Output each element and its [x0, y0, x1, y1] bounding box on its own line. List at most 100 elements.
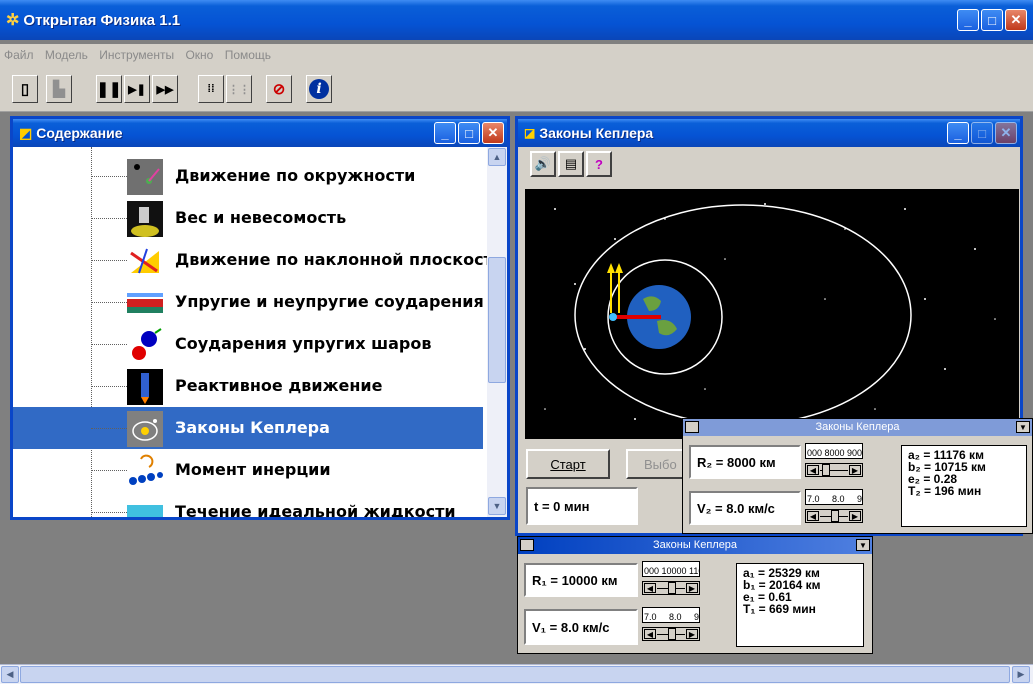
sound-off-button[interactable]: ⊘: [266, 75, 292, 103]
time-display: t = 0 мин: [526, 487, 638, 525]
contents-minimize-button[interactable]: _: [434, 122, 456, 144]
tree-item-label: Упругие и неупругие соударения: [175, 292, 484, 311]
step-back-button[interactable]: ⁞⁞: [198, 75, 224, 103]
contents-maximize-button[interactable]: □: [458, 122, 480, 144]
inertia-icon: [127, 453, 163, 489]
tree-item-kepler[interactable]: Законы Кеплера: [13, 407, 483, 449]
fast-forward-button[interactable]: ▶▶: [152, 75, 178, 103]
orbit2-velocity-field[interactable]: V₂ = 8.0 км/с: [689, 491, 801, 525]
model-button[interactable]: ▙: [46, 75, 72, 103]
time-value: t = 0 мин: [534, 498, 590, 514]
info-button[interactable]: i: [306, 75, 332, 103]
orbit1-palette-title-bar: Законы Кеплера ▼: [518, 537, 872, 554]
menu-model[interactable]: Модель: [41, 44, 92, 66]
orbit1-velocity-field[interactable]: V₁ = 8.0 км/с: [524, 609, 638, 645]
orbit1-velocity-slider[interactable]: 7.0 8.0 9.0 ◀▶: [642, 607, 700, 645]
start-label: Старт: [550, 456, 586, 472]
tree-item-label: Реактивное движение: [175, 376, 383, 395]
orbit2-palette: Законы Кеплера ▼ R₂ = 8000 км 000 8000 9…: [682, 418, 1033, 534]
orbit-svg: [544, 203, 996, 430]
weightlessness-icon: [127, 201, 163, 237]
main-horizontal-scrollbar[interactable]: ◀ ▶: [0, 664, 1033, 684]
tree-item-label: Вес и невесомость: [175, 208, 347, 227]
app-gear-icon: ✲: [6, 12, 20, 29]
orbit2-radius-value: R₂ = 8000 км: [697, 454, 776, 470]
tree-item-weightlessness[interactable]: Вес и невесомость: [13, 197, 483, 239]
kepler-maximize-button[interactable]: □: [971, 122, 993, 144]
tree-item-rocket[interactable]: Реактивное движение: [13, 365, 483, 407]
select-label: Выбо: [644, 456, 677, 472]
minimize-button[interactable]: _: [957, 9, 979, 31]
orbit2-velocity-slider[interactable]: 7.0 8.0 9.0 ◀▶: [805, 489, 863, 527]
orbit1-results: a₁ = 25329 км b₁ = 20164 км e₁ = 0.61 T₁…: [736, 563, 864, 647]
scroll-right-button[interactable]: ▶: [1012, 666, 1030, 683]
scroll-up-button[interactable]: ▲: [488, 148, 506, 166]
pause-button[interactable]: ❚❚: [96, 75, 122, 103]
horizontal-scroll-thumb[interactable]: [20, 666, 1010, 683]
orbit1-radius-scale: 000 10000 1100: [642, 561, 700, 577]
scroll-left-button[interactable]: ◀: [1, 666, 19, 683]
tree-item-label: Течение идеальной жидкости: [175, 502, 456, 517]
tree-item-inertia[interactable]: Момент инерции: [13, 449, 483, 491]
contents-icon: ◩: [19, 124, 33, 141]
tree-item-collisions[interactable]: Упругие и неупругие соударения: [13, 281, 484, 323]
inclined-plane-icon: [127, 243, 163, 279]
info-icon: i: [309, 79, 329, 99]
kepler-title: Законы Кеплера: [539, 125, 654, 141]
menu-window[interactable]: Окно: [181, 44, 217, 66]
tree-item-label: Движение по наклонной плоскости: [175, 250, 487, 269]
menu-tools[interactable]: Инструменты: [95, 44, 178, 66]
orbit1-radius-value: R₁ = 10000 км: [532, 572, 618, 588]
kepler-minimize-button[interactable]: _: [947, 122, 969, 144]
fluid-icon: [127, 495, 163, 517]
scroll-down-button[interactable]: ▼: [488, 497, 506, 515]
orbit1-period: T₁ = 669 мин: [743, 602, 816, 616]
contents-title: Содержание: [36, 125, 123, 141]
tree-item-label: Соударения упругих шаров: [175, 334, 432, 353]
grid-button[interactable]: ⋮⋮: [226, 75, 252, 103]
help-button[interactable]: ?: [586, 151, 612, 177]
app-title: Открытая Физика 1.1: [23, 11, 181, 29]
contents-scrollbar[interactable]: ▲ ▼: [487, 147, 507, 517]
kepler-close-button[interactable]: ✕: [995, 122, 1017, 144]
orbit1-dropdown-icon[interactable]: ▼: [856, 539, 870, 551]
orbit2-dropdown-icon[interactable]: ▼: [1016, 421, 1030, 433]
orbit1-velocity-scale: 7.0 8.0 9.0: [642, 607, 700, 623]
menu-help[interactable]: Помощь: [221, 44, 275, 66]
step-button[interactable]: ▶❚: [124, 75, 150, 103]
orbit2-radius-field[interactable]: R₂ = 8000 км: [689, 445, 801, 479]
toolbar: ▯ ▙ ❚❚ ▶❚ ▶▶ ⁞⁞ ⋮⋮ ⊘ i: [0, 66, 1033, 112]
tree-item-label: Момент инерции: [175, 460, 331, 479]
orbit2-velocity-scale: 7.0 8.0 9.0: [805, 489, 863, 505]
menu-file[interactable]: Файл: [0, 44, 38, 66]
start-button[interactable]: Старт: [526, 449, 610, 479]
orbit2-palette-title-bar: Законы Кеплера ▼: [683, 419, 1032, 436]
orbit1-system-menu-icon[interactable]: [520, 539, 534, 551]
tree-item-label: Законы Кеплера: [175, 418, 330, 437]
tree-item-elastic-balls[interactable]: Соударения упругих шаров: [13, 323, 483, 365]
select-button[interactable]: Выбо: [626, 449, 686, 479]
orbit1-velocity-value: V₁ = 8.0 км/с: [532, 619, 610, 635]
exit-door-button[interactable]: ▯: [12, 75, 38, 103]
tree-item-inclined-plane[interactable]: Движение по наклонной плоскости: [13, 239, 487, 281]
simulation-canvas: [525, 189, 1019, 439]
collisions-icon: [127, 285, 163, 321]
orbit2-radius-slider[interactable]: 000 8000 900 ◀ ▶: [805, 443, 863, 481]
tree-item-circular-motion[interactable]: Движение по окружности: [13, 155, 483, 197]
orbit2-system-menu-icon[interactable]: [685, 421, 699, 433]
contents-close-button[interactable]: ✕: [482, 122, 504, 144]
contents-title-bar: ◩ Содержание _ □ ✕: [13, 119, 507, 147]
orbit2-period: T₂ = 196 мин: [908, 484, 982, 498]
sound-button[interactable]: 🔊: [530, 151, 556, 177]
orbit1-radius-field[interactable]: R₁ = 10000 км: [524, 563, 638, 597]
maximize-button[interactable]: □: [981, 9, 1003, 31]
tree-item-fluid[interactable]: Течение идеальной жидкости: [13, 491, 483, 517]
orbit1-palette: Законы Кеплера ▼ R₁ = 10000 км 000 10000…: [517, 536, 873, 654]
orbit2-velocity-value: V₂ = 8.0 км/с: [697, 500, 775, 516]
document-button[interactable]: ▤: [558, 151, 584, 177]
close-button[interactable]: ✕: [1005, 9, 1027, 31]
scroll-thumb[interactable]: [488, 257, 506, 383]
orbit2-palette-title: Законы Кеплера: [815, 421, 900, 433]
tree-item-label: Движение по окружности: [175, 166, 416, 185]
orbit1-radius-slider[interactable]: 000 10000 1100 ◀▶: [642, 561, 700, 599]
